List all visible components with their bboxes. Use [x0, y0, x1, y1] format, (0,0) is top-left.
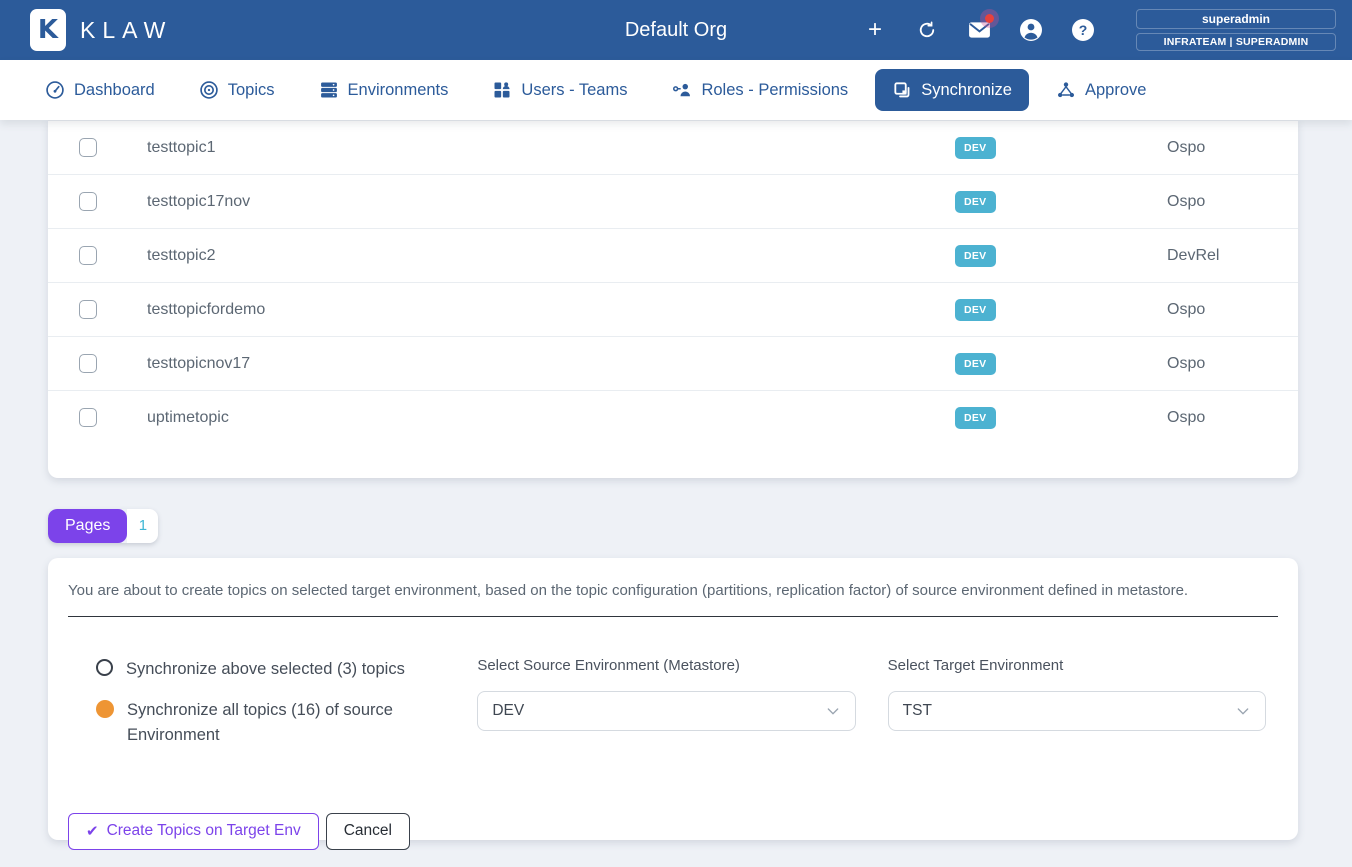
synchronize-icon	[892, 80, 912, 100]
nav-item-approve[interactable]: Approve	[1039, 69, 1163, 111]
env-badge: DEV	[955, 299, 996, 321]
team-name: Ospo	[1167, 409, 1298, 427]
mail-icon[interactable]	[966, 17, 992, 43]
row-checkbox[interactable]	[79, 138, 97, 157]
row-checkbox[interactable]	[79, 354, 97, 373]
approve-network-icon	[1056, 80, 1076, 100]
username-chip[interactable]: superadmin	[1136, 9, 1336, 29]
team-name: DevRel	[1167, 247, 1298, 265]
table-row: testtopic17nov DEV Ospo	[48, 174, 1298, 228]
env-badge: DEV	[955, 137, 996, 159]
team-name: Ospo	[1167, 355, 1298, 373]
chevron-down-icon	[825, 703, 841, 719]
table-row: testtopicnov17 DEV Ospo	[48, 336, 1298, 390]
table-row: uptimetopic DEV Ospo	[48, 390, 1298, 444]
chevron-down-icon	[1235, 703, 1251, 719]
topic-name: testtopic1	[147, 139, 955, 157]
refresh-icon[interactable]	[914, 17, 940, 43]
source-env-field: Select Source Environment (Metastore) DE…	[477, 657, 855, 764]
pagination: Pages 1	[48, 509, 158, 543]
env-badge: DEV	[955, 191, 996, 213]
sync-panel-card: You are about to create topics on select…	[48, 558, 1298, 840]
users-teams-icon	[492, 80, 512, 100]
table-row: testtopic1 DEV Ospo	[48, 120, 1298, 174]
nav-item-topics[interactable]: Topics	[182, 69, 292, 111]
dashboard-gauge-icon	[45, 80, 65, 100]
row-checkbox[interactable]	[79, 246, 97, 265]
radio-option-selected-topics[interactable]: Synchronize above selected (3) topics	[96, 657, 477, 683]
topic-name: testtopic17nov	[147, 193, 955, 211]
team-name: Ospo	[1167, 139, 1298, 157]
table-row: testtopic2 DEV DevRel	[48, 228, 1298, 282]
source-env-label: Select Source Environment (Metastore)	[477, 657, 855, 674]
server-stack-icon	[319, 80, 339, 100]
table-row: testtopicfordemo DEV Ospo	[48, 282, 1298, 336]
cancel-button[interactable]: Cancel	[326, 813, 410, 850]
nav-item-dashboard[interactable]: Dashboard	[28, 69, 172, 111]
topic-name: uptimetopic	[147, 409, 955, 427]
topics-table-card: testtopic1 DEV Ospo testtopic17nov DEV O…	[48, 120, 1298, 478]
row-checkbox[interactable]	[79, 408, 97, 427]
radio-selected-icon[interactable]	[96, 700, 114, 718]
nav-item-roles-permissions[interactable]: Roles - Permissions	[654, 69, 865, 111]
klaw-logo-icon: K	[30, 9, 66, 51]
create-topics-button[interactable]: ✔ Create Topics on Target Env	[68, 813, 319, 850]
app-header: K KLAW Default Org + ?	[0, 0, 1352, 60]
topics-target-icon	[199, 80, 219, 100]
env-badge: DEV	[955, 407, 996, 429]
topic-name: testtopic2	[147, 247, 955, 265]
row-checkbox[interactable]	[79, 192, 97, 211]
nav-item-users-teams[interactable]: Users - Teams	[475, 69, 644, 111]
divider	[68, 616, 1278, 617]
sync-info-text: You are about to create topics on select…	[48, 582, 1298, 599]
target-env-label: Select Target Environment	[888, 657, 1266, 674]
notification-dot	[985, 14, 994, 23]
sync-mode-radio-group: Synchronize above selected (3) topics Sy…	[96, 657, 477, 764]
check-icon: ✔	[86, 822, 99, 840]
pages-label: Pages	[48, 509, 127, 543]
roles-key-icon	[671, 80, 692, 100]
target-env-field: Select Target Environment TST	[888, 657, 1266, 764]
add-icon[interactable]: +	[862, 17, 888, 43]
main-nav: Dashboard Topics Environments Users - Te…	[0, 60, 1352, 120]
radio-option-all-topics[interactable]: Synchronize all topics (16) of source En…	[96, 698, 477, 749]
page-number-button[interactable]: 1	[127, 509, 158, 543]
row-checkbox[interactable]	[79, 300, 97, 319]
env-badge: DEV	[955, 245, 996, 267]
brand[interactable]: K KLAW	[30, 9, 172, 51]
target-env-select[interactable]: TST	[888, 691, 1266, 731]
topic-name: testtopicnov17	[147, 355, 955, 373]
team-name: Ospo	[1167, 301, 1298, 319]
source-env-select[interactable]: DEV	[477, 691, 855, 731]
topic-name: testtopicfordemo	[147, 301, 955, 319]
env-badge: DEV	[955, 353, 996, 375]
help-icon[interactable]: ?	[1070, 17, 1096, 43]
svg-text:?: ?	[1079, 22, 1088, 38]
brand-name: KLAW	[80, 17, 172, 44]
nav-item-environments[interactable]: Environments	[302, 69, 466, 111]
team-name: Ospo	[1167, 193, 1298, 211]
profile-icon[interactable]	[1018, 17, 1044, 43]
nav-item-synchronize[interactable]: Synchronize	[875, 69, 1029, 111]
radio-unselected-icon[interactable]	[96, 659, 113, 676]
topics-table: testtopic1 DEV Ospo testtopic17nov DEV O…	[48, 120, 1298, 444]
team-role-chip: INFRATEAM | SUPERADMIN	[1136, 33, 1336, 51]
